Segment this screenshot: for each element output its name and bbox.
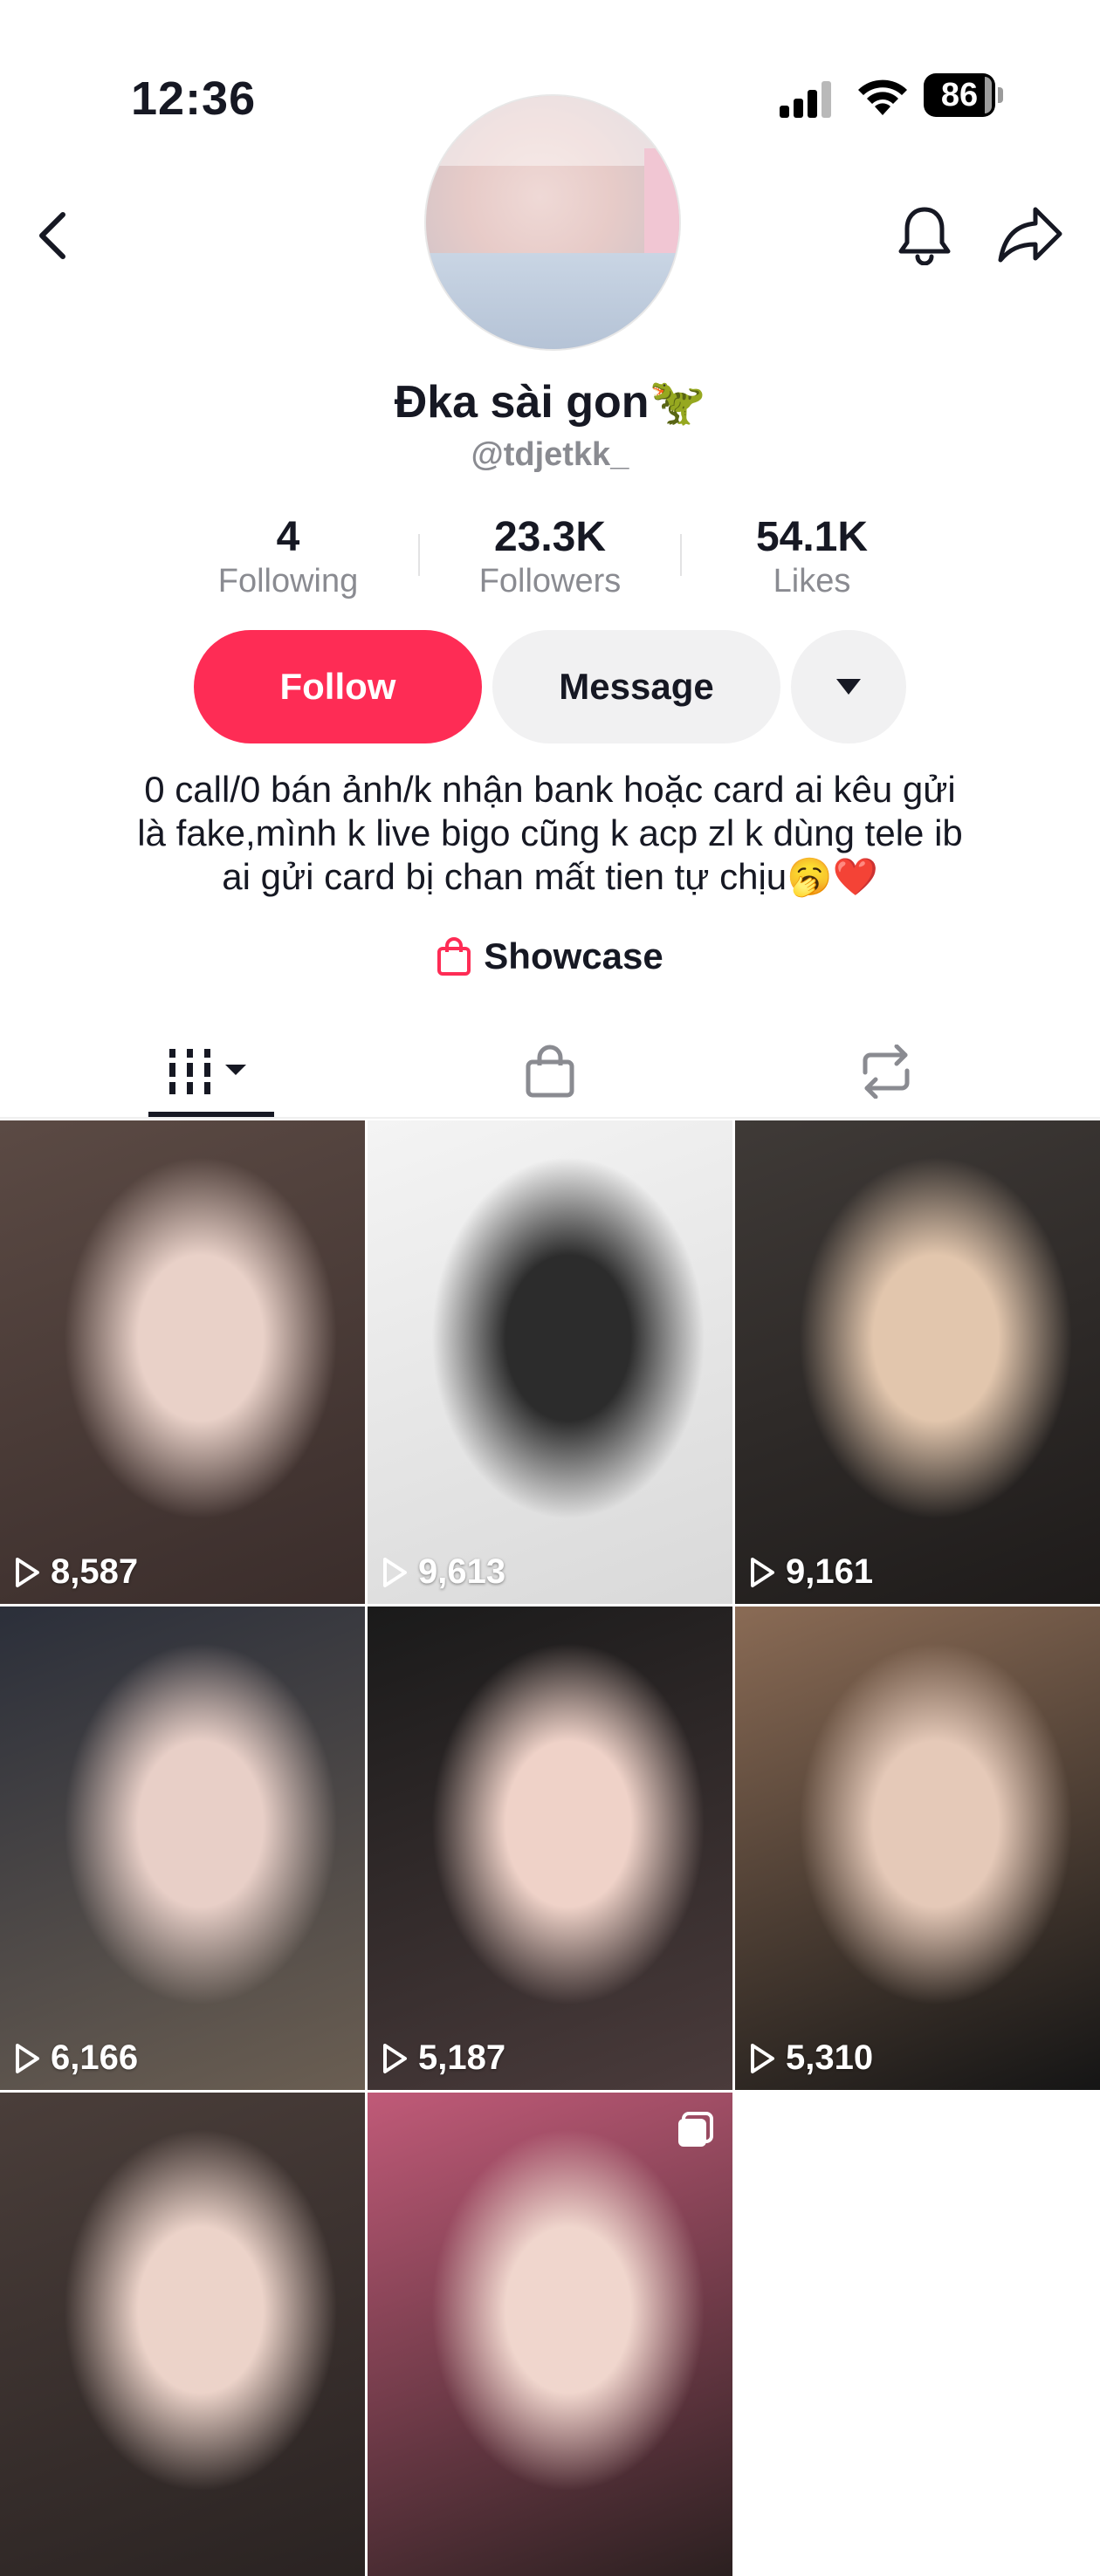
shopping-bag-icon <box>526 1045 574 1098</box>
view-count: 6,166 <box>14 2038 138 2078</box>
video-thumbnail[interactable] <box>0 2093 365 2576</box>
stat-divider <box>680 534 682 576</box>
play-icon <box>751 2043 774 2073</box>
play-icon <box>383 1557 407 1587</box>
stat-following-label: Following <box>217 563 359 599</box>
stat-followers[interactable]: 23.3K Followers <box>437 513 663 600</box>
video-thumbnail[interactable]: 5,310 <box>735 1607 1100 2090</box>
stat-followers-value: 23.3K <box>493 514 607 560</box>
view-count: 5,310 <box>749 2038 873 2078</box>
view-count-value: 9,161 <box>786 1552 874 1591</box>
showcase-link[interactable]: Showcase <box>0 935 1100 977</box>
play-icon <box>383 2043 407 2073</box>
grid-icon <box>169 1049 246 1094</box>
more-options-button[interactable] <box>791 630 906 743</box>
view-count-value: 6,166 <box>51 2038 139 2077</box>
follow-button[interactable]: Follow <box>194 630 482 743</box>
video-thumbnail[interactable]: 9,161 <box>735 1120 1100 1604</box>
view-count: 5,187 <box>382 2038 505 2078</box>
profile-bio: 0 call/0 bán ảnh/k nhận bank hoặc card a… <box>79 768 1021 899</box>
stat-following[interactable]: 4 Following <box>175 513 402 600</box>
tab-videos[interactable] <box>148 1038 274 1105</box>
stat-likes[interactable]: 54.1K Likes <box>698 513 925 600</box>
stat-likes-label: Likes <box>773 563 851 599</box>
view-count-value: 5,310 <box>786 2038 874 2077</box>
bio-line: là fake,mình k live bigo cũng k acp zl k… <box>137 812 963 853</box>
view-count-value: 8,587 <box>51 1552 139 1591</box>
battery-indicator: 86 <box>924 73 1004 119</box>
video-thumbnail[interactable]: 6,166 <box>0 1607 365 2090</box>
stat-likes-value: 54.1K <box>755 514 869 560</box>
video-thumbnail[interactable]: 5,187 <box>368 1607 732 2090</box>
showcase-label: Showcase <box>484 935 663 976</box>
repost-icon <box>863 1045 910 1099</box>
share-icon[interactable] <box>997 204 1063 265</box>
stat-divider <box>418 534 420 576</box>
shopping-bag-icon <box>437 937 471 976</box>
chevron-down-icon <box>836 679 861 695</box>
username-handle: @tdjetkk_ <box>471 436 629 473</box>
avatar[interactable] <box>424 94 681 351</box>
bio-line: ai gửi card bị chan mất tien tự chịu🥱❤️ <box>222 856 878 897</box>
tab-reposts[interactable] <box>851 1038 921 1105</box>
display-name: Đka sài gon🦖 <box>394 377 706 428</box>
tab-divider <box>0 1117 1100 1119</box>
bio-line: 0 call/0 bán ảnh/k nhận bank hoặc card a… <box>144 769 956 810</box>
video-thumbnail[interactable] <box>368 2093 732 2576</box>
view-count-value: 9,613 <box>418 1552 506 1591</box>
view-count: 9,161 <box>749 1552 873 1592</box>
play-icon <box>16 1557 39 1587</box>
bell-icon[interactable] <box>896 204 953 265</box>
content-tabs <box>0 1021 1100 1119</box>
view-count-value: 5,187 <box>418 2038 506 2077</box>
view-count: 8,587 <box>14 1552 138 1592</box>
view-count: 9,613 <box>382 1552 505 1592</box>
cellular-signal-icon <box>780 81 832 118</box>
tab-shop[interactable] <box>515 1038 585 1105</box>
status-time: 12:36 <box>131 72 257 125</box>
video-thumbnail[interactable]: 9,613 <box>368 1120 732 1604</box>
stat-following-value: 4 <box>276 514 300 560</box>
stat-followers-label: Followers <box>478 563 622 599</box>
message-button[interactable]: Message <box>492 630 780 743</box>
multi-photo-icon <box>675 2110 715 2155</box>
play-icon <box>16 2043 39 2073</box>
video-thumbnail[interactable]: 8,587 <box>0 1120 365 1604</box>
back-icon[interactable] <box>26 209 79 262</box>
wifi-icon <box>856 77 910 117</box>
play-icon <box>751 1557 774 1587</box>
